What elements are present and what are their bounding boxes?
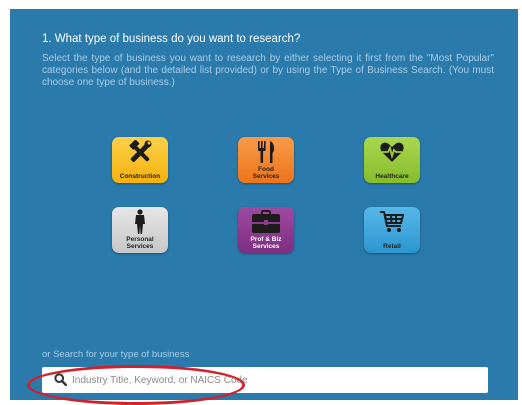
research-panel: 1. What type of business do you want to … [10,9,518,400]
shopping-cart-icon [364,207,420,237]
category-tile-prof-biz-services[interactable]: Prof & Biz Services [238,207,294,253]
question-title: 1. What type of business do you want to … [42,33,301,45]
category-label-text: Food Services [252,166,280,180]
person-icon [112,207,168,237]
question-description: Select the type of business you want to … [42,53,494,88]
category-label-text: Personal Services [126,236,154,250]
business-search-bar [42,367,488,393]
search-icon[interactable] [54,373,68,391]
tools-icon [112,137,168,167]
category-label: Prof & Biz Services [238,236,294,250]
heart-pulse-icon [364,137,420,167]
category-tile-personal-services[interactable]: Personal Services [112,207,168,253]
category-tile-food-services[interactable]: Food Services [238,137,294,183]
category-label: Food Services [238,166,294,180]
category-tile-healthcare[interactable]: Healthcare [364,137,420,183]
category-label: Personal Services [112,236,168,250]
category-label: Construction [119,173,161,180]
category-label-text: Prof & Biz Services [250,236,282,250]
business-search-input[interactable] [72,371,472,389]
category-tile-construction[interactable]: Construction [112,137,168,183]
category-tile-retail[interactable]: Retail [364,207,420,253]
fork-knife-icon [238,137,294,167]
briefcase-icon [238,207,294,237]
search-label: or Search for your type of business [42,349,190,360]
category-label: Healthcare [375,173,409,180]
category-label: Retail [383,243,401,250]
